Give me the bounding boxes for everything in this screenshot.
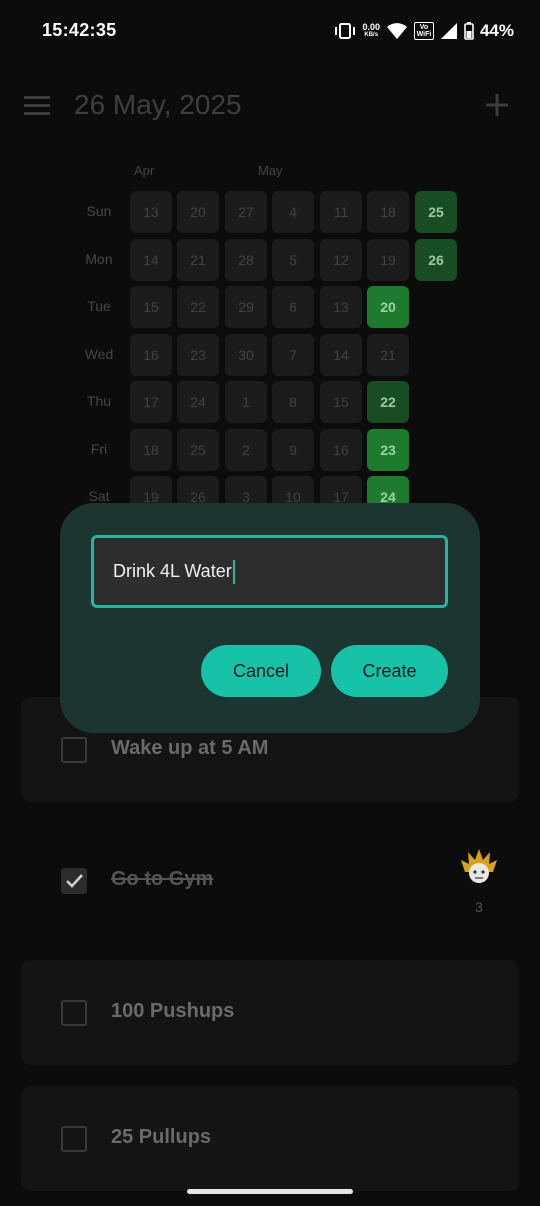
habit-name-input[interactable]: Drink 4L Water [91,535,448,608]
create-button[interactable]: Create [331,645,448,697]
day-label: Thu [86,393,112,409]
vowifi-icon: Vo WiFi [413,22,434,40]
day-label: Fri [90,441,108,457]
status-bar: 15:42:35 0.00 KB/s Vo WiFi 44% [0,0,540,62]
heatmap-day-cell[interactable]: 20 [367,286,409,328]
status-time: 15:42:35 [42,20,117,40]
heatmap-day-cell[interactable]: 25 [415,191,457,233]
new-habit-dialog: Drink 4L Water Cancel Create [60,503,480,733]
heatmap-day-cell[interactable]: 1 [225,381,267,423]
heatmap-day-cell[interactable]: 8 [272,381,314,423]
heatmap-day-cell[interactable]: 21 [177,239,219,281]
heatmap-day-cell[interactable]: 28 [225,239,267,281]
heatmap-day-cell[interactable]: 22 [177,286,219,328]
heatmap-day-cell[interactable]: 26 [415,239,457,281]
streak-count: 3 [475,899,483,915]
heatmap-day-cell[interactable]: 22 [367,381,409,423]
text-caret [232,559,235,584]
habit-checkbox[interactable] [61,737,87,763]
heatmap-day-cell[interactable]: 16 [130,334,172,376]
habit-label: 25 Pullups [111,1126,212,1148]
battery-icon [464,22,474,40]
heatmap-day-cell[interactable]: 4 [272,191,314,233]
habit-item[interactable]: 25 Pullups [21,1086,519,1191]
habit-label: 100 Pushups [111,1000,235,1022]
wifi-icon [386,23,407,39]
heatmap-day-cell[interactable]: 2 [225,429,267,471]
habit-item[interactable]: 100 Pushups [21,960,519,1065]
app-bar: 26 May, 2025 [0,78,540,134]
heatmap-day-cell[interactable]: 16 [320,429,362,471]
month-label: Apr [134,163,155,178]
heatmap-day-cell[interactable]: 18 [367,191,409,233]
habit-checkbox[interactable] [61,1000,87,1026]
heatmap-day-cell[interactable]: 30 [225,334,267,376]
add-icon[interactable] [484,92,510,118]
habit-name-value: Drink 4L Water [113,561,232,581]
heatmap-day-cell[interactable]: 6 [272,286,314,328]
habit-item[interactable]: Go to Gym 3 [21,828,519,933]
heatmap-day-cell[interactable]: 23 [367,429,409,471]
home-indicator[interactable] [187,1189,353,1194]
network-speed-value: 0.00 [362,22,380,32]
heatmap-day-cell[interactable]: 7 [272,334,314,376]
signal-icon [440,23,457,39]
status-icons: 0.00 KB/s Vo WiFi 44% [334,18,514,44]
vowifi-bottom: WiFi [416,31,432,38]
vowifi-top: Vo [419,24,429,31]
heatmap-day-cell[interactable]: 29 [225,286,267,328]
heatmap-day-cell[interactable]: 15 [320,381,362,423]
habit-checkbox[interactable] [61,1126,87,1152]
day-label: Mon [85,251,113,267]
menu-icon[interactable] [24,95,50,117]
heatmap-day-cell[interactable]: 12 [320,239,362,281]
cancel-button[interactable]: Cancel [201,645,321,697]
habit-label: Wake up at 5 AM [111,737,269,759]
heatmap-day-cell[interactable]: 18 [130,429,172,471]
heatmap-day-cell[interactable]: 19 [367,239,409,281]
heatmap-day-cell[interactable]: 15 [130,286,172,328]
network-speed: 0.00 KB/s [362,23,380,39]
day-label: Tue [87,298,111,314]
heatmap-day-cell[interactable]: 17 [130,381,172,423]
month-label: May [258,163,283,178]
heatmap-day-cell[interactable]: 21 [367,334,409,376]
streak-character-icon [461,849,497,883]
heatmap-day-cell[interactable]: 24 [177,381,219,423]
day-label: Sun [86,203,112,219]
day-label: Wed [84,346,114,362]
heatmap-day-cell[interactable]: 13 [320,286,362,328]
page-title: 26 May, 2025 [74,89,242,120]
streak-badge: 3 [459,848,499,915]
heatmap-day-cell[interactable]: 23 [177,334,219,376]
heatmap-day-cell[interactable]: 11 [320,191,362,233]
habit-checkbox[interactable] [61,868,87,894]
heatmap-day-cell[interactable]: 25 [177,429,219,471]
battery-percent: 44% [479,21,514,40]
heatmap-day-cell[interactable]: 5 [272,239,314,281]
heatmap-day-cell[interactable]: 14 [130,239,172,281]
vibrate-icon [335,23,356,39]
heatmap-day-cell[interactable]: 14 [320,334,362,376]
checkmark-icon [66,874,83,888]
heatmap-day-cell[interactable]: 27 [225,191,267,233]
network-speed-unit: KB/s [364,32,379,38]
heatmap-day-cell[interactable]: 9 [272,429,314,471]
habit-label: Go to Gym [111,868,214,890]
day-label: Sat [88,488,110,504]
heatmap-day-cell[interactable]: 13 [130,191,172,233]
heatmap-day-cell[interactable]: 20 [177,191,219,233]
